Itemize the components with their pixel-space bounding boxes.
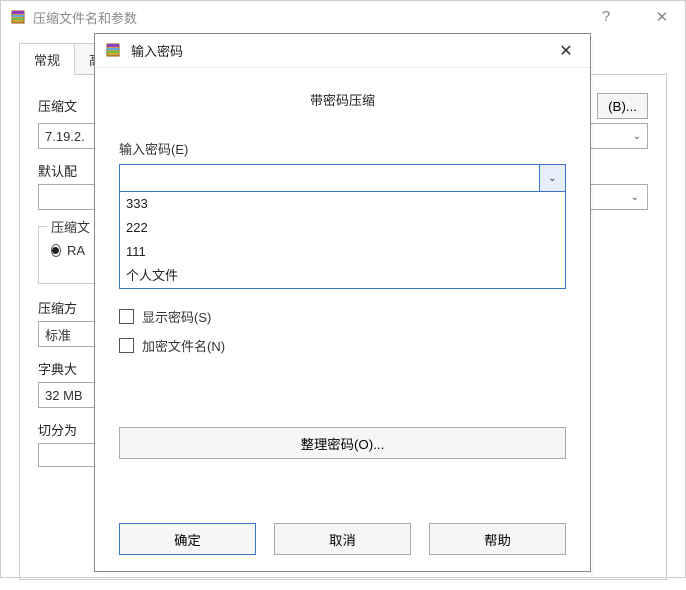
modal-footer: 确定 取消 帮助 <box>119 523 566 555</box>
list-item[interactable]: 333 <box>120 192 565 216</box>
list-item[interactable]: 222 <box>120 216 565 240</box>
rar-radio[interactable]: RA <box>51 243 85 258</box>
rar-icon <box>105 42 123 60</box>
modal-heading: 带密码压缩 <box>119 90 566 109</box>
password-history-list: 333 222 111 个人文件 <box>119 192 566 289</box>
password-input[interactable] <box>120 165 539 191</box>
encrypt-names-label: 加密文件名(N) <box>142 336 225 355</box>
dict-combo[interactable]: 32 MB <box>38 382 98 408</box>
list-item[interactable]: 111 <box>120 240 565 264</box>
parent-title: 压缩文件名和参数 <box>33 8 591 27</box>
method-combo[interactable]: 标准 <box>38 321 98 347</box>
password-dropdown-button[interactable]: ⌄ <box>539 165 565 191</box>
split-input[interactable] <box>38 443 98 467</box>
encrypt-names-checkbox[interactable]: 加密文件名(N) <box>119 336 566 355</box>
organize-passwords-button[interactable]: 整理密码(O)... <box>119 427 566 459</box>
list-item[interactable]: 个人文件 <box>120 264 565 288</box>
chevron-down-icon: ⌄ <box>548 173 556 184</box>
parent-titlebar: 压缩文件名和参数 ? ✕ <box>1 1 685 33</box>
parent-close-button[interactable]: ✕ <box>647 8 677 26</box>
password-label: 输入密码(E) <box>119 139 566 158</box>
radio-selected-icon <box>51 244 61 257</box>
checkbox-icon <box>119 338 134 353</box>
rar-icon <box>9 8 27 26</box>
tab-general[interactable]: 常规 <box>19 43 75 75</box>
show-password-label: 显示密码(S) <box>142 307 211 326</box>
modal-close-button[interactable]: ✕ <box>552 41 580 61</box>
help-button[interactable]: 帮助 <box>429 523 566 555</box>
rar-radio-label: RA <box>67 243 85 258</box>
browse-button[interactable]: (B)... <box>597 93 648 119</box>
checkbox-icon <box>119 309 134 324</box>
parent-help-button[interactable]: ? <box>591 8 621 26</box>
password-dialog: 输入密码 ✕ 带密码压缩 输入密码(E) ⌄ 333 222 111 个人文件 … <box>94 33 591 572</box>
format-legend: 压缩文 <box>47 217 94 236</box>
archive-filename-value: 7.19.2. <box>45 129 85 144</box>
method-value: 标准 <box>45 325 71 344</box>
modal-title: 输入密码 <box>131 41 552 60</box>
password-combobox: ⌄ <box>119 164 566 192</box>
ok-button[interactable]: 确定 <box>119 523 256 555</box>
modal-titlebar: 输入密码 ✕ <box>95 34 590 68</box>
chevron-down-icon: ⌄ <box>633 131 641 142</box>
chevron-down-icon: ⌄ <box>631 192 639 203</box>
dict-value: 32 MB <box>45 388 83 403</box>
format-groupbox: 压缩文 RA <box>38 226 98 284</box>
show-password-checkbox[interactable]: 显示密码(S) <box>119 307 566 326</box>
cancel-button[interactable]: 取消 <box>274 523 411 555</box>
